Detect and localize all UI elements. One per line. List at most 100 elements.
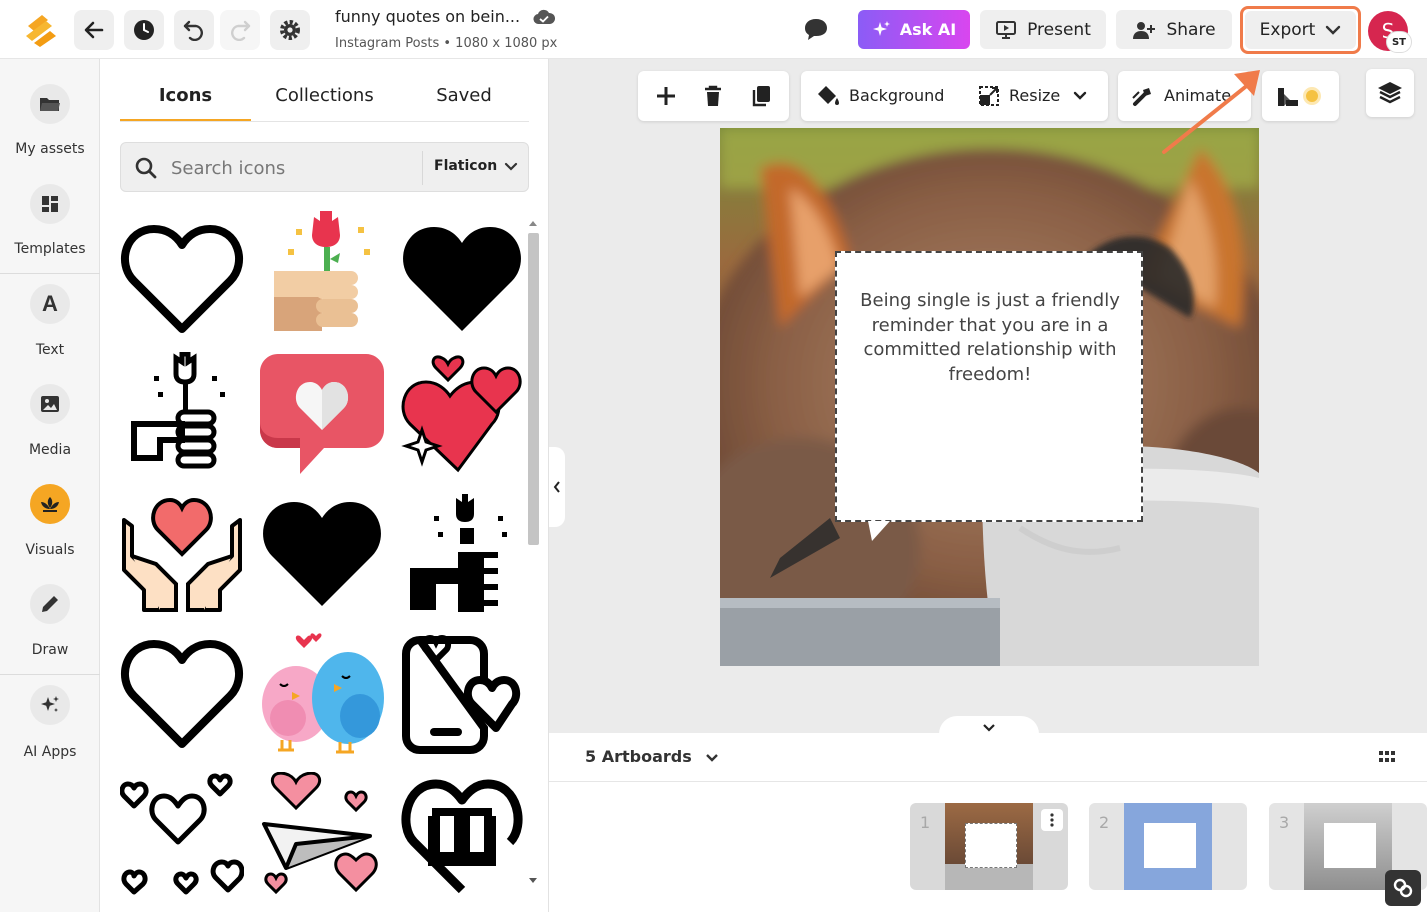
rail-item-media[interactable]: Media: [0, 384, 100, 474]
search-icon: [135, 157, 157, 179]
resize-icon: [979, 86, 999, 106]
search-input[interactable]: [171, 155, 411, 181]
icon-result-heart-book[interactable]: [400, 772, 524, 896]
arrow-left-icon: [84, 21, 104, 39]
back-button[interactable]: [74, 10, 114, 50]
rail-label: AI Apps: [23, 744, 77, 760]
icon-result-rose-hand[interactable]: [260, 211, 384, 335]
rail-item-text[interactable]: A Text: [0, 284, 100, 374]
heart-message-icon: [260, 354, 384, 474]
brand-kit-button[interactable]: [1262, 71, 1339, 121]
speech-bubble-tail: [868, 521, 890, 541]
active-tab-indicator: [120, 119, 251, 121]
avatar-badge: ST: [1386, 31, 1412, 53]
rail-item-templates[interactable]: Templates: [0, 184, 100, 274]
heart-outline-icon: [121, 225, 243, 333]
cloud-saved-icon: [533, 9, 555, 25]
add-user-icon: [1133, 21, 1156, 39]
icon-result-heart-hands[interactable]: [120, 492, 244, 616]
collapse-panel-button[interactable]: [549, 447, 565, 527]
history-button[interactable]: [124, 10, 164, 50]
icon-result-heart-outline-2[interactable]: [120, 632, 244, 756]
top-bar: funny quotes on bein... Instagram Posts …: [0, 0, 1427, 59]
annotation-arrow: [1162, 70, 1260, 154]
background-button[interactable]: Background: [801, 71, 959, 121]
grid-view-icon[interactable]: [1379, 751, 1395, 763]
scroll-down-arrow-icon[interactable]: [528, 877, 538, 885]
icon-result-heart-outline[interactable]: [120, 217, 244, 341]
folder-icon: [40, 98, 60, 111]
tab-collections[interactable]: Collections: [257, 85, 392, 106]
rail-item-visuals[interactable]: Visuals: [0, 484, 100, 574]
resize-button[interactable]: Resize: [967, 71, 1108, 121]
rail-item-my-assets[interactable]: My assets: [0, 84, 100, 174]
comment-icon[interactable]: [803, 17, 829, 41]
icon-result-hearts-sparkle[interactable]: [400, 352, 524, 476]
phone-heart-icon: [402, 632, 521, 754]
chevron-down-icon: [983, 723, 995, 732]
scroll-up-arrow-icon[interactable]: [528, 219, 538, 227]
heart-book-icon: [401, 779, 523, 894]
rail-item-ai-apps[interactable]: AI Apps: [0, 685, 100, 775]
rail-icon-circle: [30, 84, 70, 124]
speech-bubble[interactable]: Being single is just a friendly reminder…: [835, 251, 1143, 522]
icon-result-heart-message[interactable]: [260, 352, 384, 476]
artboard-thumbnail-1[interactable]: 1: [910, 803, 1068, 890]
icon-result-love-birds[interactable]: [260, 632, 384, 756]
share-button[interactable]: Share: [1116, 10, 1232, 49]
hearts-sparkle-icon: [401, 355, 522, 473]
brand-color-dot: [1303, 87, 1321, 105]
ask-ai-button[interactable]: Ask AI: [858, 10, 970, 49]
plus-icon[interactable]: [654, 84, 678, 108]
sparkle-icon: [41, 696, 59, 712]
icon-result-scattered-hearts[interactable]: [120, 772, 244, 896]
duplicate-icon[interactable]: [749, 84, 773, 108]
paper-plane-hearts-icon: [262, 772, 378, 895]
thumbnail-more-button[interactable]: [1041, 809, 1063, 831]
icon-result-rose-hand-filled[interactable]: [400, 492, 524, 616]
icon-result-paper-plane-hearts[interactable]: [260, 772, 384, 896]
document-title[interactable]: funny quotes on bein...: [335, 7, 520, 26]
export-button[interactable]: Export: [1245, 11, 1356, 49]
quote-text[interactable]: Being single is just a friendly reminder…: [859, 289, 1121, 387]
icon-result-phone-heart[interactable]: [400, 632, 524, 756]
trash-icon[interactable]: [701, 84, 725, 108]
search-box: Flaticon: [120, 142, 529, 192]
heart-filled-icon: [403, 227, 521, 331]
chevron-down-icon[interactable]: [504, 162, 518, 172]
redo-icon: [231, 20, 251, 41]
brand-kit-icon: [1278, 88, 1298, 106]
tab-icons[interactable]: Icons: [120, 85, 251, 106]
artboard-thumbnail-2[interactable]: 2: [1089, 803, 1247, 890]
settings-button[interactable]: [270, 10, 310, 50]
rail-label: Templates: [14, 241, 86, 257]
present-button[interactable]: Present: [980, 10, 1106, 49]
layers-icon: [1378, 82, 1402, 104]
help-button[interactable]: [1385, 870, 1421, 906]
thumbnail-quote-box: [965, 823, 1017, 868]
icon-result-heart-filled[interactable]: [400, 217, 524, 341]
rail-item-draw[interactable]: Draw: [0, 584, 100, 674]
icon-result-heart-filled-2[interactable]: [260, 492, 384, 616]
tabs-underline: [120, 121, 529, 122]
search-divider: [422, 151, 423, 185]
artboard-canvas[interactable]: Being single is just a friendly reminder…: [720, 128, 1259, 666]
undo-button[interactable]: [174, 10, 214, 50]
scattered-hearts-icon: [120, 773, 244, 895]
icon-result-rose-hand-outline[interactable]: [120, 352, 244, 476]
app-logo-icon[interactable]: [22, 12, 60, 48]
redo-button[interactable]: [220, 10, 260, 50]
layers-button[interactable]: [1366, 69, 1414, 117]
export-label: Export: [1259, 20, 1316, 40]
provider-select[interactable]: Flaticon: [434, 158, 497, 174]
tab-saved[interactable]: Saved: [400, 85, 528, 106]
paint-bucket-icon: [818, 86, 839, 105]
rail-icon-circle: [30, 584, 70, 624]
animate-icon: [1132, 88, 1151, 106]
scroll-thumb[interactable]: [528, 233, 539, 545]
panel-scrollbar[interactable]: [525, 215, 541, 890]
left-rail: My assets Templates A Text Media Visuals…: [0, 59, 100, 912]
artboards-dropdown[interactable]: 5 Artboards: [585, 747, 719, 766]
thumbnail-image: [1124, 803, 1212, 890]
document-size-label: Instagram Posts • 1080 x 1080 px: [335, 36, 558, 51]
